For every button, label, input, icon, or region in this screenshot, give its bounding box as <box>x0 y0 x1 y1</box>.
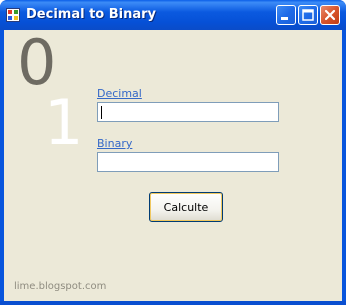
maximize-icon <box>302 9 314 21</box>
decorative-zero: 0 <box>17 26 57 99</box>
window-bottom-border <box>0 301 346 305</box>
footer-credit: lime.blogspot.com <box>14 281 107 292</box>
minimize-icon <box>281 17 288 20</box>
decimal-label[interactable]: Decimal <box>97 87 142 100</box>
decorative-one: 1 <box>44 86 84 159</box>
decimal-input[interactable] <box>97 102 279 122</box>
form-client-area: 0 1 Decimal Binary Calculte lime.blogspo… <box>4 30 342 301</box>
binary-label[interactable]: Binary <box>97 137 132 150</box>
close-icon <box>324 9 336 21</box>
calculate-button[interactable]: Calculte <box>149 192 223 222</box>
binary-output-field[interactable] <box>97 152 279 172</box>
app-window-icon[interactable] <box>6 8 20 22</box>
window-title: Decimal to Binary <box>26 7 157 22</box>
maximize-button[interactable] <box>298 5 318 25</box>
minimize-button[interactable] <box>276 5 296 25</box>
close-button[interactable] <box>320 5 340 25</box>
app-window: Decimal to Binary 0 1 Decimal Binary Cal… <box>0 0 346 305</box>
text-caret <box>101 106 102 119</box>
calculate-button-label: Calculte <box>163 200 209 214</box>
